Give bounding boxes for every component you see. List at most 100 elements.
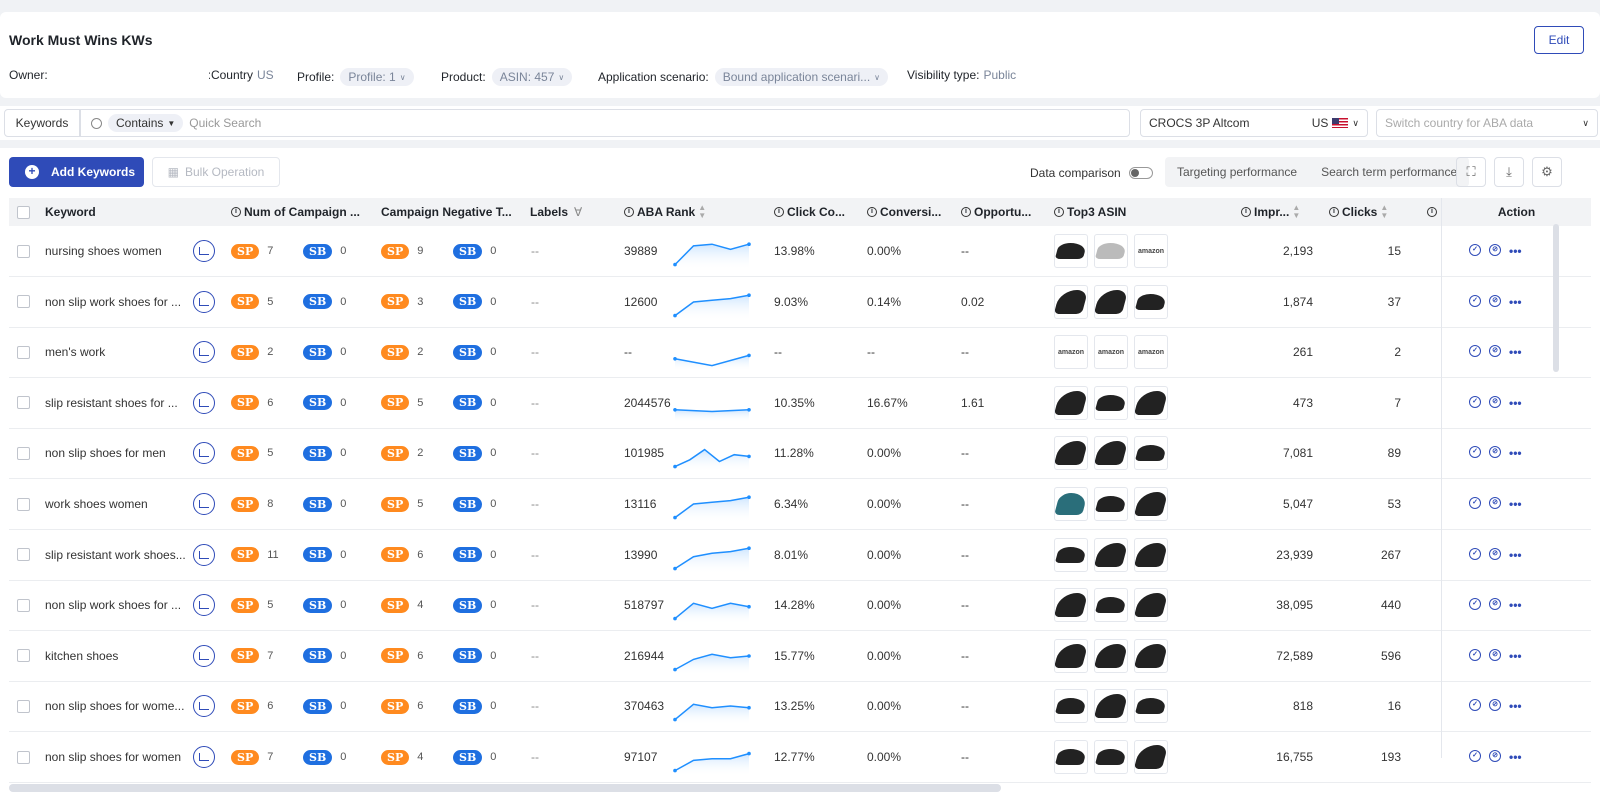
trend-chart-button[interactable]: [193, 479, 215, 529]
asin-thumbnail[interactable]: [1054, 234, 1088, 268]
data-comparison-toggle[interactable]: [1128, 167, 1153, 179]
asin-thumbnail[interactable]: [1134, 537, 1168, 572]
table-row[interactable]: non slip work shoes for ... SP 5 SB 0 SP 3 …: [9, 277, 1591, 328]
keyword-cell[interactable]: slip resistant work shoes...: [45, 530, 186, 580]
asin-thumbnail[interactable]: amazon: [1134, 335, 1168, 370]
check-icon[interactable]: ✓: [1469, 750, 1481, 762]
asin-thumbnail[interactable]: [1094, 638, 1128, 673]
negate-icon[interactable]: ⊘: [1489, 497, 1501, 509]
keywords-filter-tab[interactable]: Keywords: [4, 109, 80, 137]
trend-chart-button[interactable]: [193, 428, 215, 478]
asin-thumbnail[interactable]: [1134, 638, 1168, 673]
keyword-cell[interactable]: nursing shoes women: [45, 226, 162, 276]
trend-chart-button[interactable]: [193, 530, 215, 580]
asin-thumbnail[interactable]: [1054, 689, 1088, 724]
negate-icon[interactable]: ⊘: [1489, 395, 1501, 408]
trend-chart-button[interactable]: [193, 277, 215, 327]
keyword-cell[interactable]: kitchen shoes: [45, 631, 118, 681]
keyword-cell[interactable]: non slip shoes for women: [45, 732, 181, 782]
asin-thumbnail[interactable]: [1134, 436, 1168, 471]
negate-icon[interactable]: ⊘: [1489, 244, 1501, 256]
row-checkbox[interactable]: [17, 548, 30, 562]
check-icon[interactable]: ✓: [1469, 699, 1481, 712]
asin-thumbnail[interactable]: [1094, 487, 1128, 521]
row-checkbox[interactable]: [17, 345, 30, 359]
horizontal-scrollbar[interactable]: [9, 784, 1001, 792]
aba-country-select[interactable]: Switch country for ABA data ∨: [1376, 109, 1598, 137]
asin-thumbnail[interactable]: [1054, 537, 1088, 572]
table-row[interactable]: non slip shoes for women SP 7 SB 0 SP 4 SB 0…: [9, 732, 1591, 783]
more-icon[interactable]: •••: [1509, 649, 1522, 663]
row-checkbox[interactable]: [17, 750, 30, 764]
tab-search-term-performance[interactable]: Search term performance: [1309, 165, 1469, 179]
more-icon[interactable]: •••: [1509, 345, 1522, 359]
row-checkbox[interactable]: [17, 244, 30, 258]
table-row[interactable]: kitchen shoes SP 7 SB 0 SP 6 SB 0 -- 216944 …: [9, 631, 1591, 682]
trend-chart-button[interactable]: [193, 327, 215, 377]
sort-icon[interactable]: ▲ ▼: [1380, 204, 1388, 220]
filter-icon[interactable]: ∀: [574, 205, 582, 219]
sort-icon[interactable]: ▲ ▼: [1292, 204, 1300, 220]
asin-thumbnail[interactable]: [1094, 234, 1128, 268]
check-icon[interactable]: ✓: [1469, 598, 1481, 611]
asin-thumbnail[interactable]: [1094, 740, 1128, 774]
trend-chart-button[interactable]: [193, 226, 215, 276]
asin-thumbnail[interactable]: [1094, 689, 1128, 724]
keyword-cell[interactable]: non slip work shoes for ...: [45, 277, 181, 327]
tab-targeting-performance[interactable]: Targeting performance: [1165, 165, 1309, 179]
scenario-select[interactable]: Bound application scenari... ∨: [714, 68, 889, 86]
bulk-operation-button[interactable]: ▦ Bulk Operation: [152, 157, 280, 187]
account-select[interactable]: CROCS 3P Altcom US ∨: [1140, 109, 1368, 137]
check-icon[interactable]: ✓: [1469, 497, 1481, 509]
asin-thumbnail[interactable]: [1054, 284, 1088, 319]
negate-icon[interactable]: ⊘: [1489, 699, 1501, 712]
edit-button[interactable]: Edit: [1534, 26, 1584, 54]
row-checkbox[interactable]: [17, 295, 30, 309]
table-row[interactable]: slip resistant shoes for ... SP 6 SB 0 SP 5…: [9, 378, 1591, 429]
asin-thumbnail[interactable]: [1134, 689, 1168, 724]
profile-select[interactable]: Profile: 1 ∨: [340, 68, 414, 86]
negate-icon[interactable]: ⊘: [1489, 294, 1501, 307]
more-icon[interactable]: •••: [1509, 396, 1522, 410]
trend-chart-button[interactable]: [193, 580, 215, 630]
download-icon[interactable]: ⤓: [1494, 157, 1524, 187]
negate-icon[interactable]: ⊘: [1489, 547, 1501, 560]
table-row[interactable]: slip resistant work shoes... SP 11 SB 0 SP…: [9, 530, 1591, 581]
sort-icon[interactable]: ▲ ▼: [698, 204, 706, 220]
row-checkbox[interactable]: [17, 598, 30, 612]
settings-gear-icon[interactable]: ⚙: [1532, 157, 1562, 187]
negate-icon[interactable]: ⊘: [1489, 598, 1501, 611]
more-icon[interactable]: •••: [1509, 598, 1522, 612]
keyword-cell[interactable]: non slip work shoes for ...: [45, 580, 181, 630]
row-checkbox[interactable]: [17, 497, 30, 511]
table-row[interactable]: nursing shoes women SP 7 SB 0 SP 9 SB 0 -- 3…: [9, 226, 1591, 277]
trend-chart-button[interactable]: [193, 732, 215, 782]
asin-thumbnail[interactable]: [1094, 436, 1128, 471]
more-icon[interactable]: •••: [1509, 497, 1522, 511]
more-icon[interactable]: •••: [1509, 548, 1522, 562]
asin-thumbnail[interactable]: amazon: [1094, 335, 1128, 370]
table-row[interactable]: non slip shoes for men SP 5 SB 0 SP 2 SB 0 -…: [9, 428, 1591, 480]
more-icon[interactable]: •••: [1509, 699, 1522, 713]
asin-thumbnail[interactable]: [1134, 385, 1168, 420]
asin-thumbnail[interactable]: [1054, 436, 1088, 471]
keyword-cell[interactable]: non slip shoes for men: [45, 428, 166, 478]
check-icon[interactable]: ✓: [1469, 547, 1481, 560]
table-row[interactable]: work shoes women SP 8 SB 0 SP 5 SB 0 -- 1311…: [9, 479, 1591, 530]
check-icon[interactable]: ✓: [1469, 648, 1481, 661]
check-icon[interactable]: ✓: [1469, 395, 1481, 408]
asin-thumbnail[interactable]: [1134, 740, 1168, 774]
product-select[interactable]: ASIN: 457 ∨: [491, 68, 573, 86]
asin-thumbnail[interactable]: [1134, 487, 1168, 521]
more-icon[interactable]: •••: [1509, 750, 1522, 764]
keyword-cell[interactable]: non slip shoes for wome...: [45, 681, 184, 731]
asin-thumbnail[interactable]: [1094, 537, 1128, 572]
asin-thumbnail[interactable]: [1134, 588, 1168, 623]
row-checkbox[interactable]: [17, 446, 30, 460]
row-checkbox[interactable]: [17, 396, 30, 410]
contains-select[interactable]: Contains ▼: [108, 114, 184, 132]
keyword-cell[interactable]: work shoes women: [45, 479, 148, 529]
asin-thumbnail[interactable]: [1054, 740, 1088, 774]
more-icon[interactable]: •••: [1509, 295, 1522, 309]
select-all-checkbox[interactable]: [17, 205, 30, 219]
